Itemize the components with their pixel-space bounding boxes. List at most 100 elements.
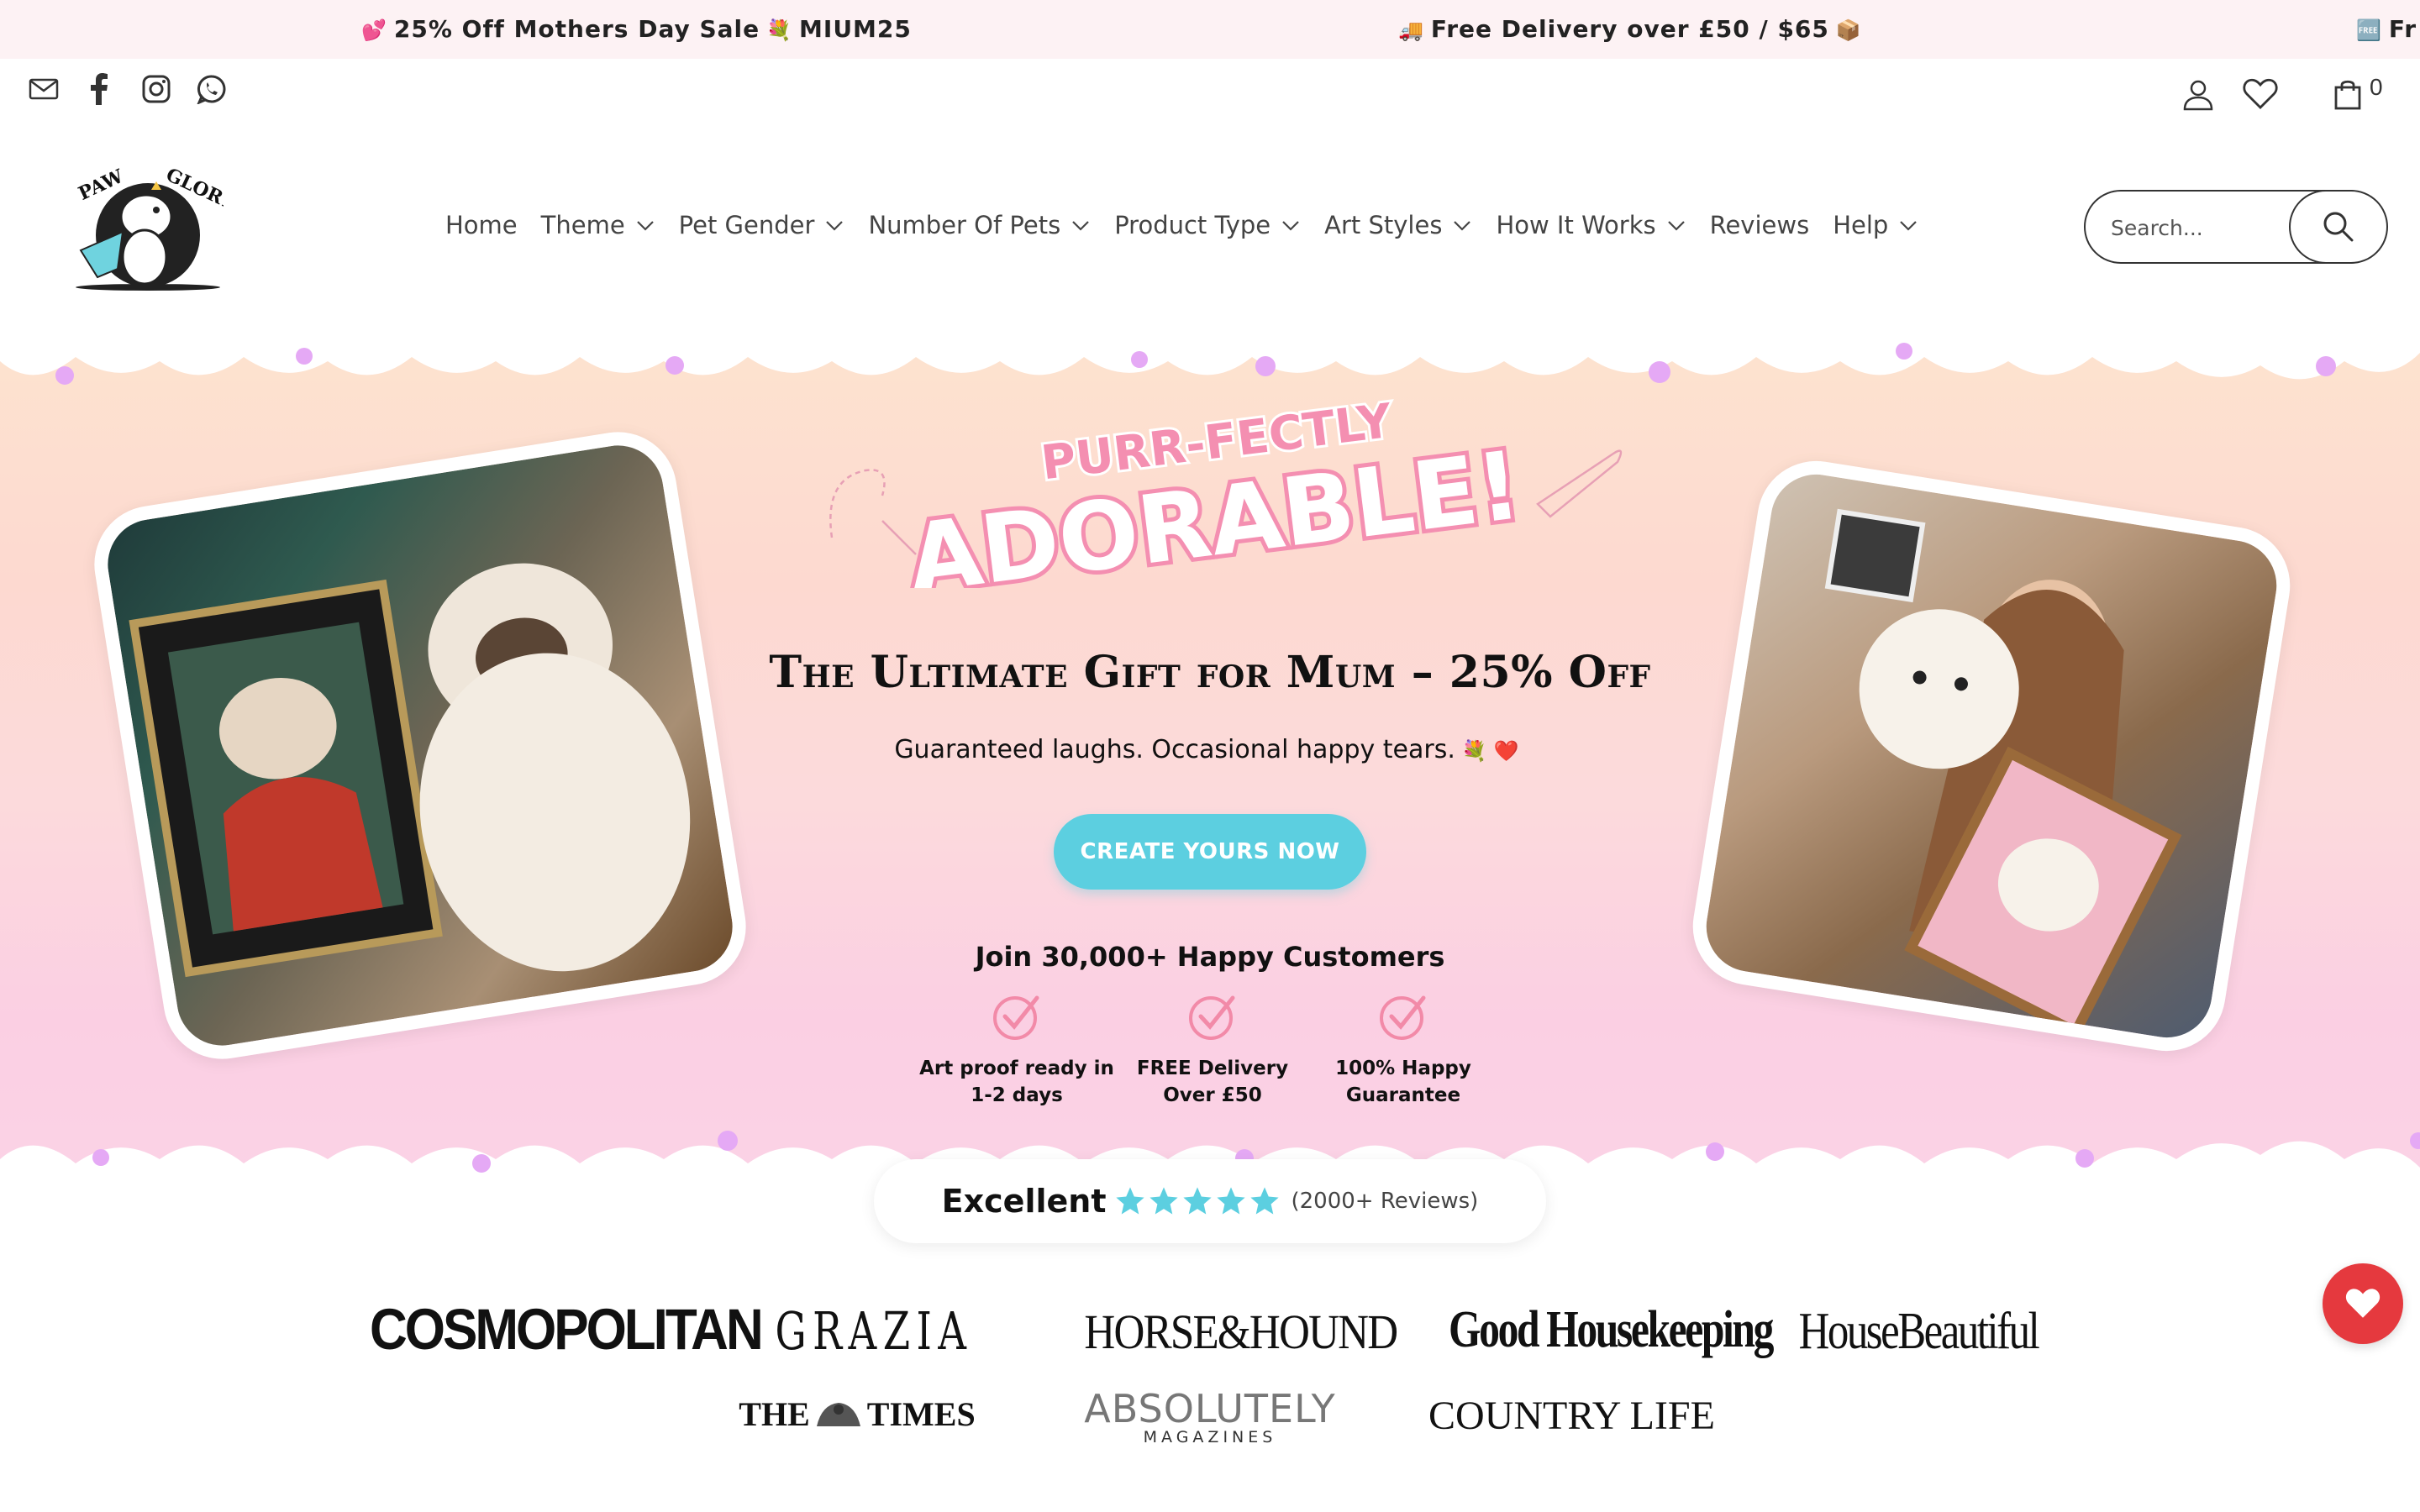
paintbrush-doodle: [1536, 449, 1623, 518]
nav-label: Art Styles: [1324, 211, 1443, 239]
hero-subhead: Guaranteed laughs. Occasional happy tear…: [706, 735, 1714, 764]
star-icon: [1150, 1187, 1179, 1215]
utility-bar: [0, 59, 2420, 118]
chevron-down-icon: [1666, 215, 1686, 235]
facebook-icon[interactable]: [81, 71, 118, 108]
check-circle-icon: [1189, 995, 1235, 1040]
feature-line: Over £50: [1163, 1084, 1262, 1106]
nav-label: Theme: [540, 211, 625, 239]
confetti-dot: [1255, 356, 1276, 376]
confetti-dot: [1896, 343, 1912, 360]
magic-wand-doodle: [829, 469, 886, 538]
chevron-down-icon: [635, 215, 655, 235]
hero-headline: The Ultimate Gift for Mum – 25% Off: [769, 647, 1651, 698]
create-yours-now-button[interactable]: CREATE YOURS NOW: [1054, 814, 1366, 890]
nav-number-of-pets[interactable]: Number Of Pets: [868, 211, 1091, 239]
press-logo-word: THE: [739, 1395, 810, 1433]
rating-label: Excellent: [941, 1183, 1107, 1220]
feature-line: 1-2 days: [971, 1084, 1063, 1106]
feature-line: Guarantee: [1345, 1084, 1461, 1106]
nav-help[interactable]: Help: [1833, 211, 1918, 239]
press-logo-absolutely-magazines: ABSOLUTELY MAGAZINES: [1084, 1386, 1336, 1446]
account-icon[interactable]: [2178, 74, 2218, 114]
review-count: (2000+ Reviews): [1291, 1189, 1479, 1214]
reviews-summary[interactable]: Excellent (2000+ Reviews): [874, 1159, 1546, 1243]
wishlist-heart-icon[interactable]: [2240, 74, 2281, 114]
heart-icon: [2345, 1289, 2381, 1318]
feature-happy-guarantee: 100% Happy Guarantee: [1302, 991, 1504, 1109]
press-logo-the-times: THE TIMES: [731, 1394, 983, 1434]
brand-logo[interactable]: PAW GLORY: [64, 151, 238, 302]
cloud-divider-top: [0, 319, 2420, 380]
nav-product-type[interactable]: Product Type: [1114, 211, 1301, 239]
free-badge-emoji-icon: 🆓: [2356, 18, 2382, 42]
check-circle-icon: [993, 995, 1039, 1040]
feature-free-delivery: FREE Delivery Over £50: [1112, 991, 1313, 1109]
announcement-bar: 💕 25% Off Mothers Day Sale 💐 MIUM25 🚚 Free D…: [0, 0, 2420, 59]
bouquet-emoji-icon: 💐: [1461, 738, 1487, 763]
search-input[interactable]: [2111, 208, 2304, 247]
hero-photo-cat-portrait: [86, 423, 755, 1068]
hero-subhead-text: Guaranteed laughs. Occasional happy tear…: [894, 735, 1455, 764]
nav-label: Number Of Pets: [868, 211, 1061, 239]
nav-label: Pet Gender: [678, 211, 815, 239]
confetti-dot: [92, 1149, 109, 1166]
press-logo-word: TIMES: [866, 1395, 976, 1433]
mail-icon[interactable]: [25, 71, 62, 108]
press-logo-word: ABSOLUTELY: [1084, 1386, 1336, 1431]
star-icon: [1217, 1187, 1246, 1215]
search-box: [2084, 190, 2388, 264]
announcement-text: Free Delivery over £50 / $65: [1430, 15, 1829, 43]
confetti-dot: [666, 356, 684, 375]
confetti-dot: [55, 366, 74, 385]
star-icon: [1250, 1187, 1280, 1215]
star-icon: [1116, 1187, 1145, 1215]
press-logo-grazia: GRAZIA: [775, 1300, 973, 1362]
search-icon: [2323, 212, 2354, 242]
rating-stars: [1114, 1185, 1282, 1217]
join-customers-text: Join 30,000+ Happy Customers: [975, 941, 1445, 973]
announcement-text: 25% Off Mothers Day Sale: [393, 15, 760, 43]
main-nav: Home Theme Pet Gender Number Of Pets Pro…: [445, 202, 1942, 249]
confetti-dot: [2075, 1149, 2094, 1168]
instagram-icon[interactable]: [138, 71, 175, 108]
nav-label: Help: [1833, 211, 1889, 239]
nav-label: How It Works: [1496, 211, 1656, 239]
nav-art-styles[interactable]: Art Styles: [1324, 211, 1472, 239]
delivery-truck-emoji-icon: 🚚: [1398, 18, 1424, 42]
nav-home[interactable]: Home: [445, 211, 518, 239]
nav-how-it-works[interactable]: How It Works: [1496, 211, 1686, 239]
chevron-down-icon: [1071, 215, 1091, 235]
feature-line: 100% Happy: [1335, 1058, 1471, 1079]
cart-count[interactable]: 0: [2370, 74, 2383, 101]
press-logo-country-life: COUNTRY LIFE: [1428, 1394, 1715, 1438]
chevron-down-icon: [1281, 215, 1301, 235]
announcement-text: Fr: [2388, 15, 2417, 43]
royal-crest-icon: [816, 1402, 860, 1426]
cart-bag-icon[interactable]: [2328, 74, 2368, 114]
feature-art-proof: Art proof ready in 1-2 days: [916, 991, 1118, 1109]
confetti-dot: [1131, 351, 1148, 368]
search-button[interactable]: [2289, 190, 2388, 264]
nav-reviews[interactable]: Reviews: [1710, 211, 1810, 239]
check-circle-icon: [1380, 995, 1426, 1040]
purr-fectly-adorable-artwork: PURR-FECTLY ADORABLE!: [829, 391, 1623, 588]
feature-line: Art proof ready in: [919, 1058, 1114, 1079]
nav-theme[interactable]: Theme: [541, 211, 655, 239]
press-logo-house-beautiful: HouseBeautiful: [1798, 1303, 2040, 1360]
press-logo-good-housekeeping: Good Housekeeping: [1449, 1301, 1774, 1358]
announcement-item[interactable]: 💕 25% Off Mothers Day Sale 💐 MIUM25: [355, 0, 912, 59]
whatsapp-icon[interactable]: [193, 71, 230, 108]
nav-label: Reviews: [1709, 211, 1810, 239]
promo-code: MIUM25: [799, 15, 912, 43]
nav-pet-gender[interactable]: Pet Gender: [679, 211, 845, 239]
chevron-down-icon: [1898, 215, 1918, 235]
announcement-item[interactable]: 🆓 Fr: [2349, 0, 2417, 59]
bouquet-emoji-icon: 💐: [766, 18, 793, 42]
red-heart-emoji-icon: ❤️: [1493, 738, 1519, 763]
confetti-dot: [2316, 356, 2336, 376]
nav-label: Home: [445, 211, 518, 239]
announcement-item[interactable]: 🚚 Free Delivery over £50 / $65 📦: [1392, 0, 1869, 59]
chevron-down-icon: [824, 215, 844, 235]
floating-wishlist-button[interactable]: [2323, 1263, 2403, 1344]
